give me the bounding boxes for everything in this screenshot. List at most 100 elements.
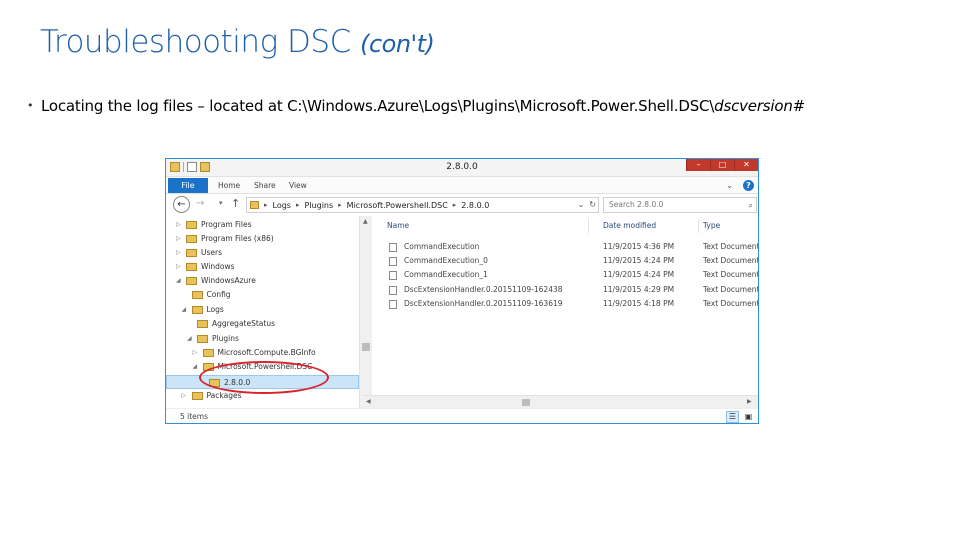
file-row[interactable]: CommandExecution_1 11/9/2015 4:24 PM Text … <box>374 268 758 282</box>
chevron-down-icon[interactable]: ⌄ <box>578 200 585 209</box>
tree-item-label: WindowsAzure <box>201 276 256 285</box>
file-type: Text Document <box>703 242 759 251</box>
collapse-caret-icon[interactable]: ◢ <box>193 360 198 374</box>
file-list: Name Date modified Type CommandExecution… <box>374 216 759 409</box>
breadcrumb-logs[interactable]: Logs <box>273 201 291 210</box>
scroll-left-icon[interactable]: ◀ <box>366 398 371 405</box>
ribbon-tab-home[interactable]: Home <box>218 181 240 190</box>
folder-icon <box>186 221 197 229</box>
address-actions: ⌄ ↻ <box>578 200 596 209</box>
file-name: DscExtensionHandler.0.20151109-163619 <box>404 298 563 308</box>
file-name: CommandExecution <box>404 242 480 251</box>
ribbon-tab-view[interactable]: View <box>289 181 307 190</box>
file-type: Text Document <box>703 256 759 266</box>
highlight-circle <box>199 361 329 394</box>
recent-locations-icon[interactable]: ▾ <box>219 199 223 207</box>
tree-item[interactable]: AggregateStatus <box>166 317 359 331</box>
chevron-right-icon[interactable]: ▸ <box>451 201 459 209</box>
help-icon[interactable]: ? <box>743 180 754 191</box>
tree-item[interactable]: ◢ WindowsAzure <box>166 274 359 288</box>
expand-caret-icon[interactable]: ▷ <box>182 389 187 403</box>
refresh-icon[interactable]: ↻ <box>589 200 596 209</box>
expand-caret-icon[interactable]: ▷ <box>176 260 181 274</box>
tree-item[interactable]: ▷ Windows <box>166 260 359 274</box>
large-icons-view-icon[interactable]: ▣ <box>742 411 755 423</box>
bullet-dot-icon: • <box>27 99 34 112</box>
bullet-text: Locating the log files – located at C:\W… <box>41 97 715 115</box>
breadcrumb-dsc[interactable]: Microsoft.Powershell.DSC <box>347 201 448 210</box>
expand-caret-icon[interactable]: ▷ <box>176 218 181 232</box>
details-view-icon[interactable]: ☰ <box>726 411 739 423</box>
close-button[interactable]: ✕ <box>734 159 758 171</box>
tree-item[interactable]: ◢ Plugins <box>166 332 359 346</box>
file-row[interactable]: DscExtensionHandler.0.20151109-163619 11/… <box>374 297 759 311</box>
expand-caret-icon[interactable]: ▷ <box>176 232 181 246</box>
breadcrumb-plugins[interactable]: Plugins <box>305 201 334 210</box>
tree-item-label: Program Files <box>201 220 252 229</box>
expand-ribbon-icon[interactable]: ⌄ <box>726 181 733 190</box>
chevron-right-icon[interactable]: ▸ <box>336 201 344 209</box>
scroll-thumb[interactable] <box>522 399 530 406</box>
tree-item-label: Users <box>201 248 223 257</box>
file-date: 11/9/2015 4:24 PM <box>603 256 675 266</box>
scroll-thumb[interactable] <box>362 343 370 351</box>
folder-icon <box>186 277 197 285</box>
column-header-name[interactable]: Name <box>387 219 589 233</box>
up-arrow-icon[interactable]: ↑ <box>231 197 240 210</box>
text-file-icon <box>389 299 397 309</box>
window-title: 2.8.0.0 <box>446 162 478 172</box>
collapse-caret-icon[interactable]: ◢ <box>176 274 181 288</box>
folder-icon <box>186 249 197 257</box>
address-bar[interactable]: ▸ Logs ▸ Plugins ▸ Microsoft.Powershell.… <box>246 197 599 213</box>
tree-item[interactable]: ▷ Program Files (x86) <box>166 232 359 246</box>
tree-item[interactable]: Config <box>166 288 359 302</box>
file-date: 11/9/2015 4:24 PM <box>603 270 675 280</box>
file-row[interactable]: CommandExecution 11/9/2015 4:36 PM Text Do… <box>374 240 759 254</box>
collapse-caret-icon[interactable]: ◢ <box>187 332 192 346</box>
tree-item-label: Logs <box>206 305 224 314</box>
file-date: 11/9/2015 4:36 PM <box>603 242 675 251</box>
file-row[interactable]: DscExtensionHandler.0.20151109-162438 11/… <box>374 283 759 297</box>
column-header-date[interactable]: Date modified <box>603 219 699 233</box>
forward-arrow-icon[interactable]: → <box>196 198 204 209</box>
bullet-point: • Locating the log files – located at C:\… <box>27 97 805 115</box>
tree-item[interactable]: ▷ Users <box>166 246 359 260</box>
expand-caret-icon[interactable]: ▷ <box>176 246 181 260</box>
folder-icon <box>191 306 203 314</box>
ribbon-tab-share[interactable]: Share <box>254 181 276 190</box>
item-count: 5 items <box>180 412 209 421</box>
tree-item[interactable]: ▷ Program Files <box>166 218 359 232</box>
column-header-type[interactable]: Type <box>703 219 758 233</box>
tree-item[interactable]: ▷ Microsoft.Compute.BGInfo <box>166 346 359 360</box>
file-name: CommandExecution_0 <box>404 256 488 266</box>
file-name: DscExtensionHandler.0.20151109-162438 <box>404 284 563 294</box>
folder-icon <box>197 335 208 343</box>
file-row[interactable]: CommandExecution_0 11/9/2015 4:24 PM Text … <box>374 254 759 268</box>
expand-caret-icon[interactable]: ▷ <box>193 346 198 360</box>
slide-title-main: Troubleshooting DSC <box>40 24 351 60</box>
chevron-right-icon[interactable]: ▸ <box>294 201 302 209</box>
tree-item[interactable]: ◢ Logs <box>166 303 359 317</box>
tree-item-label: Microsoft.Compute.BGInfo <box>217 348 316 357</box>
tree-item-label: Windows <box>201 262 235 271</box>
scroll-right-icon[interactable]: ▶ <box>747 398 752 405</box>
collapse-caret-icon[interactable]: ◢ <box>182 303 187 317</box>
folder-icon <box>186 263 197 271</box>
search-input[interactable]: Search 2.8.0.0 ⌕ <box>603 197 757 213</box>
text-file-icon <box>389 257 397 267</box>
ribbon-file-tab[interactable]: File <box>168 178 208 193</box>
chevron-right-icon[interactable]: ▸ <box>262 201 270 209</box>
tree-scrollbar[interactable]: ▲ ▼ <box>359 216 372 409</box>
horizontal-scrollbar[interactable]: ◀ ▶ <box>362 395 758 408</box>
minimize-button[interactable]: – <box>686 159 710 171</box>
search-icon[interactable]: ⌕ <box>749 199 753 213</box>
title-bar: 2.8.0.0 – □ ✕ <box>166 159 758 177</box>
folder-icon <box>186 235 197 243</box>
back-arrow-icon[interactable]: ← <box>173 196 190 213</box>
file-type: Text Document <box>703 298 759 308</box>
ribbon-controls: ⌄ ? <box>726 180 754 191</box>
file-type: Text Document <box>703 284 759 294</box>
breadcrumb-version[interactable]: 2.8.0.0 <box>461 201 489 210</box>
maximize-button[interactable]: □ <box>710 159 734 171</box>
scroll-up-icon[interactable]: ▲ <box>363 218 368 225</box>
